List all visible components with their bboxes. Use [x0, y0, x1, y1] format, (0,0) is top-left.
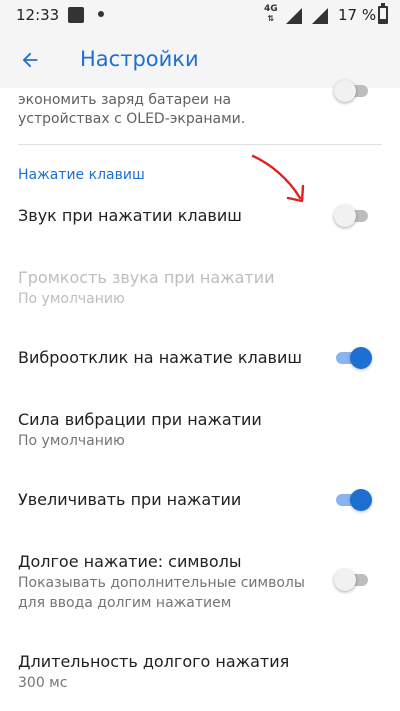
magnify-label: Увеличивать при нажатии: [18, 490, 242, 509]
oled-toggle[interactable]: [334, 80, 370, 102]
oled-description-line2: устройствах с OLED-экранами.: [18, 111, 246, 127]
arrow-left-icon: [22, 52, 38, 68]
setting-row-vibration-strength[interactable]: Сила вибрации при нажатии По умолчанию: [0, 404, 400, 454]
setting-row-magnify[interactable]: Увеличивать при нажатии: [0, 480, 400, 520]
divider: [18, 144, 382, 145]
vibration-label: Виброотклик на нажатие клавиш: [18, 348, 302, 367]
setting-row-vibration[interactable]: Виброотклик на нажатие клавиш: [0, 338, 400, 378]
section-header-key-press: Нажатие клавиш: [18, 167, 145, 183]
magnify-toggle[interactable]: [334, 489, 372, 511]
setting-row-long-press-duration[interactable]: Длительность долгого нажатия 300 мс: [0, 646, 400, 696]
vibration-toggle[interactable]: [334, 347, 372, 369]
long-press-duration-value: 300 мс: [18, 675, 68, 691]
signal-icon-sim2: [312, 8, 328, 24]
notification-icon: [68, 7, 84, 23]
key-sound-toggle[interactable]: [334, 205, 370, 227]
long-press-symbols-desc-line2: для ввода долгим нажатием: [18, 595, 232, 611]
more-notifications-dot-icon: [98, 11, 104, 17]
setting-row-key-volume: Громкость звука при нажатии По умолчанию: [0, 262, 400, 312]
annotation-arrow-icon: [251, 154, 305, 203]
setting-row-long-press-symbols[interactable]: Долгое нажатие: символы Показывать допол…: [0, 546, 400, 616]
long-press-symbols-toggle[interactable]: [334, 569, 370, 591]
long-press-duration-label: Длительность долгого нажатия: [18, 652, 290, 671]
long-press-symbols-label: Долгое нажатие: символы: [18, 552, 242, 571]
battery-percent: 17 %: [338, 6, 377, 24]
long-press-symbols-desc-line1: Показывать дополнительные символы: [18, 575, 305, 591]
vibration-strength-label: Сила вибрации при нажатии: [18, 410, 262, 429]
battery-icon: [378, 3, 388, 24]
setting-row-oled[interactable]: экономить заряд батареи на устройствах с…: [0, 80, 400, 138]
back-button[interactable]: [14, 44, 46, 76]
status-time: 12:33: [16, 6, 60, 24]
setting-row-key-sound[interactable]: Звук при нажатии клавиш: [0, 196, 400, 236]
key-volume-label: Громкость звука при нажатии: [18, 268, 275, 287]
key-volume-value: По умолчанию: [18, 291, 125, 307]
oled-description-line1: экономить заряд батареи на: [18, 92, 232, 108]
vibration-strength-value: По умолчанию: [18, 433, 125, 449]
network-type-icon: 4G ⇅: [264, 4, 278, 24]
key-sound-label: Звук при нажатии клавиш: [18, 206, 242, 225]
page-title: Настройки: [80, 47, 199, 71]
status-bar: 12:33 4G ⇅ 17 %: [0, 0, 400, 30]
signal-icon-sim1: [286, 8, 302, 24]
